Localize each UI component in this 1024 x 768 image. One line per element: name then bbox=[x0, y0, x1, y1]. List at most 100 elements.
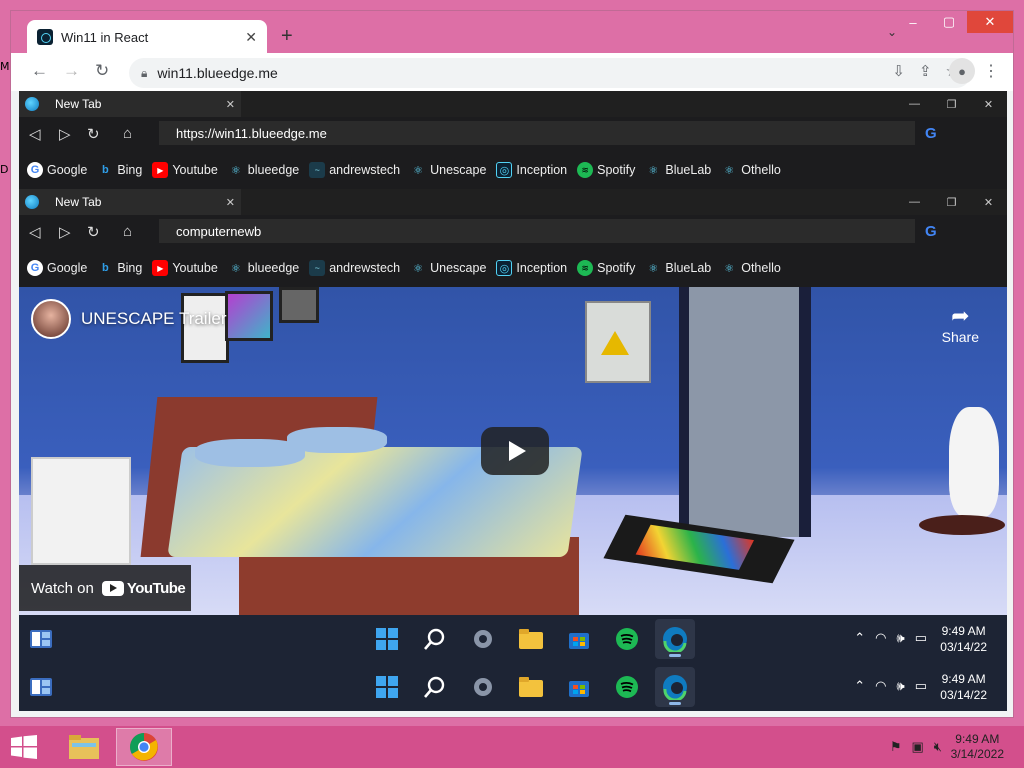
bookmark-inception[interactable]: ◎ Inception bbox=[496, 162, 567, 178]
widgets-icon[interactable] bbox=[29, 677, 53, 697]
start-taskbar-button[interactable] bbox=[367, 619, 407, 659]
back-icon[interactable]: ◁ bbox=[29, 125, 41, 143]
home-icon[interactable]: ⌂ bbox=[123, 125, 132, 142]
chrome-menu-icon[interactable]: ⋮ bbox=[983, 61, 999, 81]
edge-taskbar-button[interactable] bbox=[655, 667, 695, 707]
close-icon[interactable]: ✕ bbox=[970, 91, 1007, 117]
close-tab-icon[interactable]: ✕ bbox=[226, 196, 235, 209]
refresh-icon[interactable]: ↻ bbox=[87, 223, 100, 241]
edge-taskbar-button[interactable] bbox=[655, 619, 695, 659]
taskbar-clock[interactable]: 9:49 AM 03/14/22 bbox=[940, 671, 987, 703]
inner-address-bar[interactable]: https://win11.blueedge.me bbox=[159, 121, 915, 145]
profile-avatar-icon[interactable]: ● bbox=[949, 58, 975, 84]
install-app-icon[interactable]: ⇩ bbox=[892, 62, 905, 80]
bookmark-youtube[interactable]: ▶ Youtube bbox=[152, 260, 218, 276]
bookmark-othello[interactable]: ⚛ Othello bbox=[721, 260, 781, 276]
google-search-icon[interactable]: G bbox=[925, 125, 937, 142]
maximize-button[interactable]: ▢ bbox=[931, 11, 967, 33]
close-icon[interactable]: ✕ bbox=[970, 189, 1007, 215]
bookmark-youtube[interactable]: ▶ Youtube bbox=[152, 162, 218, 178]
close-window-button[interactable]: ✕ bbox=[967, 11, 1013, 33]
action-center-flag-icon[interactable]: ⚑ bbox=[890, 739, 902, 755]
file-explorer-taskbar-button[interactable] bbox=[56, 728, 112, 766]
google-search-icon[interactable]: G bbox=[925, 223, 937, 240]
spotify-taskbar-button[interactable] bbox=[607, 619, 647, 659]
youtube-embed[interactable]: UNESCAPE Trailer ➦ Share Watch on YouTub… bbox=[19, 287, 1007, 615]
file-explorer-taskbar-button[interactable] bbox=[511, 667, 551, 707]
chevron-up-icon[interactable]: ⌃ bbox=[854, 678, 865, 694]
chrome-tab[interactable]: Win11 in React ✕ bbox=[27, 20, 267, 54]
volume-icon[interactable]: 🕪︎ bbox=[897, 678, 905, 694]
channel-avatar[interactable] bbox=[31, 299, 71, 339]
close-tab-icon[interactable]: ✕ bbox=[245, 29, 257, 46]
search-icon bbox=[424, 676, 445, 698]
store-taskbar-button[interactable] bbox=[559, 667, 599, 707]
bookmark-blueedge[interactable]: ⚛ blueedge bbox=[228, 260, 299, 276]
watch-on-youtube-button[interactable]: Watch on YouTube bbox=[19, 565, 191, 611]
bookmark-andrewstech[interactable]: ~ andrewstech bbox=[309, 162, 400, 178]
bookmark-bluelab[interactable]: ⚛ BlueLab bbox=[645, 162, 711, 178]
widgets-icon[interactable] bbox=[29, 629, 53, 649]
volume-icon[interactable]: 🕪︎ bbox=[897, 630, 905, 646]
bookmark-bing[interactable]: b Bing bbox=[97, 162, 142, 178]
store-taskbar-button[interactable] bbox=[559, 619, 599, 659]
reload-icon[interactable]: ↻ bbox=[95, 61, 109, 81]
file-explorer-taskbar-button[interactable] bbox=[511, 619, 551, 659]
inner-address-input[interactable]: computernewb bbox=[159, 219, 915, 243]
bookmark-unescape[interactable]: ⚛ Unescape bbox=[410, 260, 486, 276]
battery-icon[interactable]: ▭ bbox=[915, 630, 927, 646]
minimize-icon[interactable]: — bbox=[896, 91, 933, 117]
forward-icon[interactable]: ▷ bbox=[59, 125, 71, 143]
minimize-button[interactable]: – bbox=[895, 11, 931, 33]
inner-tab[interactable]: New Tab ✕ bbox=[19, 91, 241, 117]
back-arrow-icon[interactable]: ← bbox=[31, 61, 48, 81]
wifi-icon[interactable]: ◠ bbox=[875, 678, 886, 694]
volume-muted-icon[interactable]: 🔇︎ bbox=[934, 739, 942, 755]
bookmark-inception[interactable]: ◎ Inception bbox=[496, 260, 567, 276]
bookmark-google[interactable]: G Google bbox=[27, 162, 87, 178]
taskbar-clock[interactable]: 9:49 AM 03/14/22 bbox=[940, 623, 987, 655]
home-icon[interactable]: ⌂ bbox=[123, 223, 132, 240]
new-tab-button[interactable]: + bbox=[281, 25, 293, 48]
forward-icon[interactable]: ▷ bbox=[59, 223, 71, 241]
inner-tab[interactable]: New Tab ✕ bbox=[19, 189, 241, 215]
bookmark-unescape[interactable]: ⚛ Unescape bbox=[410, 162, 486, 178]
omnibox[interactable]: 🔒︎ win11.blueedge.me ⇩ ⇪ ☆ bbox=[129, 58, 971, 88]
spotify-taskbar-button[interactable] bbox=[607, 667, 647, 707]
wifi-icon[interactable]: ◠ bbox=[875, 630, 886, 646]
restore-icon[interactable]: ❐ bbox=[933, 91, 970, 117]
forward-arrow-icon[interactable]: → bbox=[63, 61, 80, 81]
bookmark-blueedge[interactable]: ⚛ blueedge bbox=[228, 162, 299, 178]
search-taskbar-button[interactable] bbox=[415, 619, 455, 659]
minimize-icon[interactable]: — bbox=[896, 189, 933, 215]
start-taskbar-button[interactable] bbox=[367, 667, 407, 707]
chevron-up-icon[interactable]: ⌃ bbox=[854, 630, 865, 646]
bookmark-spotify[interactable]: ≋ Spotify bbox=[577, 162, 635, 178]
bookmark-bing[interactable]: b Bing bbox=[97, 260, 142, 276]
lock-icon[interactable]: 🔒︎ bbox=[141, 66, 147, 81]
refresh-icon[interactable]: ↻ bbox=[87, 125, 100, 143]
omnibox-url[interactable]: win11.blueedge.me bbox=[157, 65, 277, 81]
back-icon[interactable]: ◁ bbox=[29, 223, 41, 241]
settings-taskbar-button[interactable] bbox=[463, 619, 503, 659]
restore-icon[interactable]: ❐ bbox=[933, 189, 970, 215]
video-title[interactable]: UNESCAPE Trailer bbox=[81, 309, 226, 329]
bookmarks-bar: G Google b Bing ▶ Youtube ⚛ blueedge ~ andrewstec… bbox=[19, 151, 1007, 189]
play-button[interactable] bbox=[481, 427, 549, 475]
share-icon[interactable]: ⇪ bbox=[919, 62, 932, 80]
bookmark-label: blueedge bbox=[247, 163, 300, 177]
network-icon[interactable]: ▣ bbox=[912, 739, 924, 755]
settings-taskbar-button[interactable] bbox=[463, 667, 503, 707]
bookmark-andrewstech[interactable]: ~ andrewstech bbox=[309, 260, 400, 276]
bookmark-othello[interactable]: ⚛ Othello bbox=[721, 162, 781, 178]
host-clock[interactable]: 9:49 AM 3/14/2022 bbox=[951, 732, 1004, 762]
bookmark-google[interactable]: G Google bbox=[27, 260, 87, 276]
bookmark-bluelab[interactable]: ⚛ BlueLab bbox=[645, 260, 711, 276]
share-button[interactable]: ➦ Share bbox=[942, 303, 979, 345]
battery-icon[interactable]: ▭ bbox=[915, 678, 927, 694]
close-tab-icon[interactable]: ✕ bbox=[226, 98, 235, 111]
windows-start-icon[interactable] bbox=[10, 735, 38, 759]
bookmark-spotify[interactable]: ≋ Spotify bbox=[577, 260, 635, 276]
chrome-taskbar-button[interactable] bbox=[116, 728, 172, 766]
search-taskbar-button[interactable] bbox=[415, 667, 455, 707]
